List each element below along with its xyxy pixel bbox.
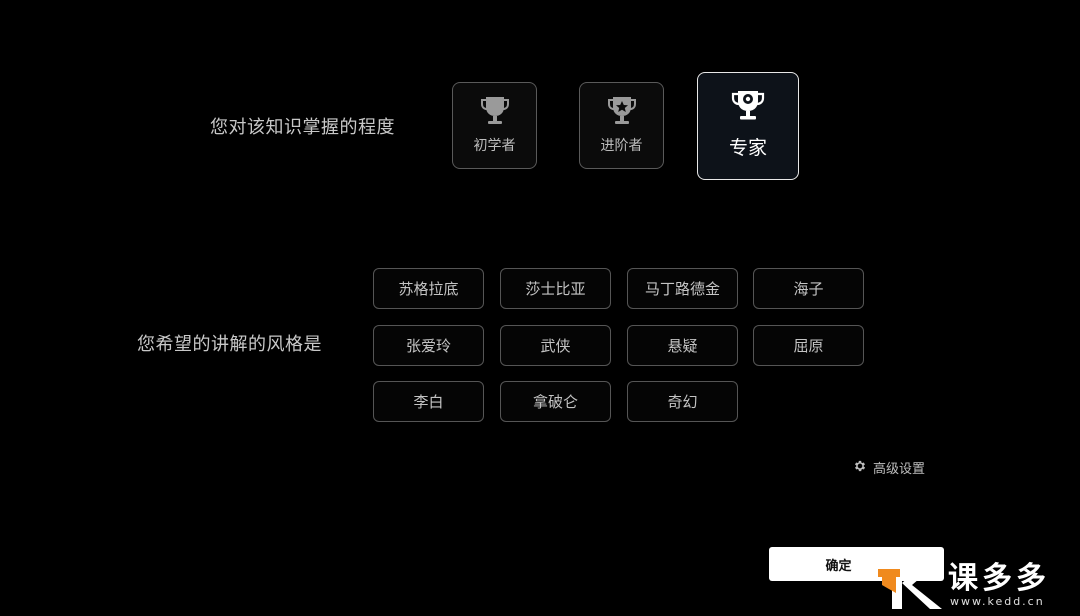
style-option-button[interactable]: 海子 <box>753 268 864 309</box>
watermark-url: www.kedd.cn <box>950 595 1045 608</box>
kedd-logo-icon <box>878 559 942 609</box>
style-option-button[interactable]: 张爱玲 <box>373 325 484 366</box>
level-option-advanced[interactable]: 进阶者 <box>579 82 664 169</box>
level-option-label: 进阶者 <box>600 138 643 154</box>
style-option-button[interactable]: 莎士比亚 <box>500 268 611 309</box>
advanced-settings-label: 高级设置 <box>873 462 926 477</box>
style-option-button[interactable]: 武侠 <box>500 325 611 366</box>
watermark-text: 课多多 <box>948 561 1050 596</box>
level-option-expert[interactable]: 专家 <box>697 72 799 180</box>
gear-icon <box>853 459 867 477</box>
style-option-button[interactable]: 屈原 <box>753 325 864 366</box>
style-option-button[interactable]: 奇幻 <box>627 381 738 422</box>
style-option-button[interactable]: 马丁路德金 <box>627 268 738 309</box>
style-option-button[interactable]: 苏格拉底 <box>373 268 484 309</box>
trophy-icon <box>478 93 512 131</box>
style-option-button[interactable]: 李白 <box>373 381 484 422</box>
trophy-star-icon <box>605 93 639 131</box>
style-option-button[interactable]: 拿破仑 <box>500 381 611 422</box>
level-question-label: 您对该知识掌握的程度 <box>210 117 395 138</box>
advanced-settings-link[interactable]: 高级设置 <box>853 458 925 477</box>
level-option-beginner[interactable]: 初学者 <box>452 82 537 169</box>
level-option-label: 专家 <box>728 137 767 159</box>
style-question-label: 您希望的讲解的风格是 <box>137 334 322 355</box>
watermark-logo: 课多多 www.kedd.cn <box>878 553 1078 613</box>
level-option-label: 初学者 <box>473 138 516 154</box>
style-option-button[interactable]: 悬疑 <box>627 325 738 366</box>
trophy-crown-icon <box>729 85 767 127</box>
